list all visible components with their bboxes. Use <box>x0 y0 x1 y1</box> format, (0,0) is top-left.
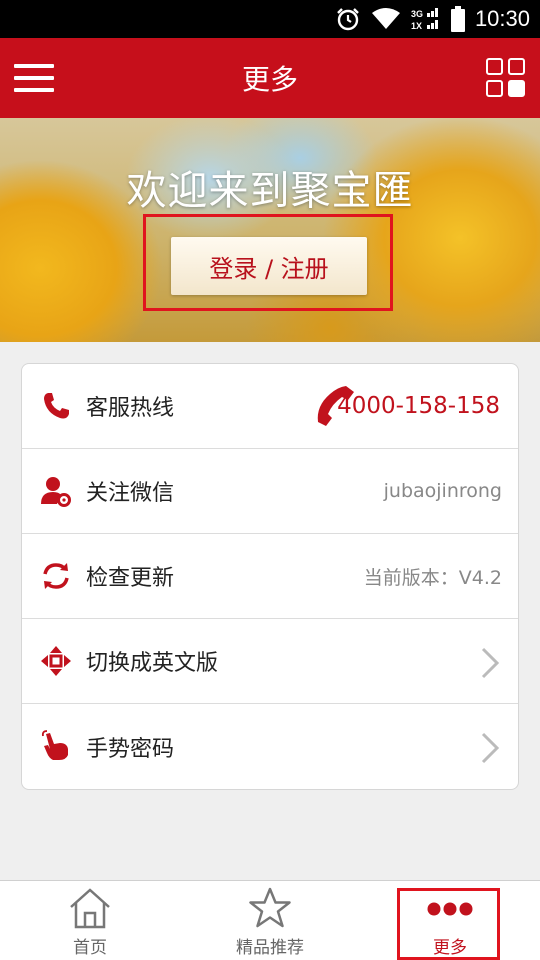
grid-icon[interactable] <box>486 58 526 98</box>
tab-home[interactable]: 首页 <box>0 881 180 960</box>
list-item-label: 关注微信 <box>86 481 175 506</box>
list-item-label: 手势密码 <box>86 736 175 762</box>
login-highlight-box <box>143 214 393 311</box>
settings-list: 客服热线 4000-158-158 关注微信 jubaojinrong 检查更新… <box>21 363 519 790</box>
tab-label: 精品推荐 <box>236 938 304 958</box>
move-arrows-icon <box>41 646 71 676</box>
phone-icon <box>44 393 69 419</box>
list-item-update[interactable]: 检查更新 当前版本：V4.2 <box>22 534 518 619</box>
signal-icon: 3G 1X <box>411 8 438 31</box>
wechat-account: jubaojinrong <box>383 480 502 502</box>
list-item-label: 切换成英文版 <box>86 651 219 676</box>
alarm-icon <box>337 8 359 31</box>
list-item-gesture-password[interactable]: 手势密码 <box>22 704 518 789</box>
list-item-language[interactable]: 切换成英文版 <box>22 619 518 704</box>
svg-text:3G: 3G <box>411 9 423 19</box>
tab-recommend[interactable]: 精品推荐 <box>180 881 360 960</box>
list-item-label: 检查更新 <box>86 566 175 591</box>
page-title: 更多 <box>241 63 298 96</box>
version-text: 当前版本：V4.2 <box>363 566 502 589</box>
list-item-label: 客服热线 <box>86 396 175 421</box>
chevron-right-icon <box>481 647 500 679</box>
battery-icon <box>450 6 465 32</box>
wifi-icon <box>371 8 400 29</box>
list-item-wechat[interactable]: 关注微信 jubaojinrong <box>22 449 518 534</box>
hotline-number[interactable]: 4000-158-158 <box>337 393 500 419</box>
app-header: 更多 <box>0 38 540 118</box>
hand-gesture-icon <box>41 730 68 760</box>
svg-text:1X: 1X <box>411 21 422 31</box>
star-icon <box>249 887 291 928</box>
user-settings-icon <box>41 477 71 507</box>
chevron-right-icon <box>481 732 500 764</box>
refresh-icon <box>43 563 69 589</box>
home-icon <box>70 888 110 929</box>
list-item-hotline[interactable]: 客服热线 4000-158-158 <box>22 364 518 449</box>
more-tab-highlight-box <box>397 888 500 960</box>
status-time: 10:30 <box>474 6 530 31</box>
status-bar: 3G 1X 10:30 <box>0 0 540 38</box>
tab-label: 首页 <box>73 938 107 958</box>
welcome-text: 欢迎来到聚宝匯 <box>126 168 414 214</box>
menu-icon[interactable] <box>14 60 54 96</box>
